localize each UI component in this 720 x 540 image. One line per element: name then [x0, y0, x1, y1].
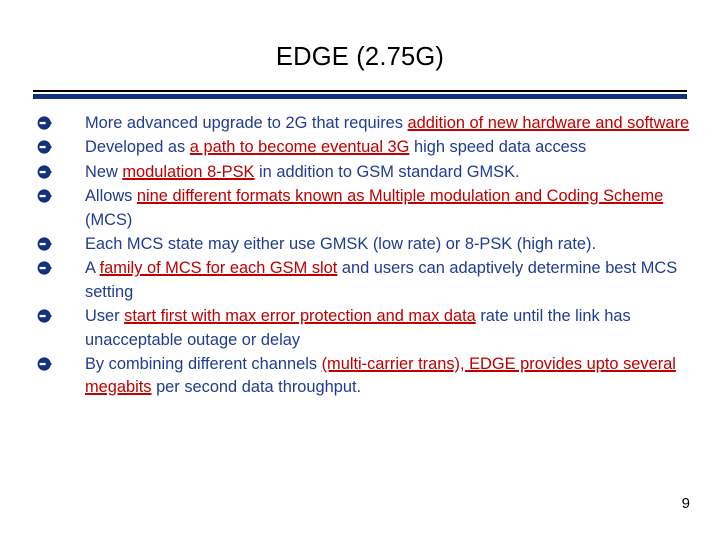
- slide-title-block: EDGE (2.75G): [0, 42, 720, 72]
- list-item-text: Each MCS state may either use GMSK (low …: [85, 233, 693, 256]
- list-item-text: By combining different channels (multi-c…: [85, 353, 693, 400]
- list-item-text: Allows nine different formats known as M…: [85, 185, 693, 232]
- text-run: Developed as: [85, 138, 190, 157]
- bullet-list: More advanced upgrade to 2G that require…: [33, 112, 693, 401]
- title-divider: [33, 90, 687, 99]
- circle-right-arrow-icon: [35, 258, 57, 279]
- circle-right-arrow-icon: [35, 354, 57, 375]
- circle-right-arrow-icon: [35, 113, 57, 134]
- list-item: Each MCS state may either use GMSK (low …: [33, 233, 693, 256]
- text-run: (MCS): [85, 210, 133, 229]
- text-run: User: [85, 307, 125, 326]
- emphasis-text-run: nine different formats known as Multiple…: [136, 187, 664, 206]
- list-item-text: Developed as a path to become eventual 3…: [85, 136, 693, 159]
- circle-right-arrow-icon: [35, 186, 57, 207]
- emphasis-text-run: a path to become eventual 3G: [189, 138, 410, 157]
- circle-right-arrow-icon: [35, 137, 57, 158]
- circle-right-arrow-icon: [35, 306, 57, 327]
- text-run: By combining different channels: [85, 355, 322, 374]
- list-item: User start first with max error protecti…: [33, 305, 693, 352]
- text-run: More advanced upgrade to 2G that require…: [85, 114, 408, 132]
- text-run: A: [85, 259, 100, 278]
- list-item: More advanced upgrade to 2G that require…: [33, 112, 693, 135]
- divider-rule-thin: [33, 90, 687, 92]
- text-run: Each MCS state may either use GMSK (low …: [85, 235, 597, 254]
- circle-right-arrow-icon: [35, 234, 57, 255]
- list-item: A family of MCS for each GSM slot and us…: [33, 257, 693, 304]
- emphasis-text-run: modulation 8-PSK: [122, 162, 255, 181]
- text-run: high speed data access: [409, 138, 587, 157]
- emphasis-text-run: start first with max error protection an…: [124, 307, 476, 326]
- page-number: 9: [681, 495, 690, 512]
- list-item-text: A family of MCS for each GSM slot and us…: [85, 257, 693, 304]
- list-item-text: New modulation 8-PSK in addition to GSM …: [85, 161, 693, 184]
- emphasis-text-run: family of MCS for each GSM slot: [99, 259, 338, 278]
- list-item-text: More advanced upgrade to 2G that require…: [85, 112, 693, 135]
- divider-rule-thick: [33, 94, 687, 99]
- presentation-slide: EDGE (2.75G) More advanced upgrade to 2G…: [0, 0, 720, 540]
- list-item: New modulation 8-PSK in addition to GSM …: [33, 161, 693, 184]
- text-run: in addition to GSM standard GMSK.: [254, 162, 520, 181]
- list-item: Developed as a path to become eventual 3…: [33, 136, 693, 159]
- circle-right-arrow-icon: [35, 162, 57, 183]
- list-item: By combining different channels (multi-c…: [33, 353, 693, 400]
- list-item-text: User start first with max error protecti…: [85, 305, 693, 352]
- text-run: per second data throughput.: [151, 378, 362, 397]
- text-run: Allows: [85, 187, 137, 206]
- emphasis-text-run: addition of new hardware and software: [407, 114, 690, 132]
- text-run: New: [85, 162, 123, 181]
- list-item: Allows nine different formats known as M…: [33, 185, 693, 232]
- page-title: EDGE (2.75G): [275, 43, 445, 71]
